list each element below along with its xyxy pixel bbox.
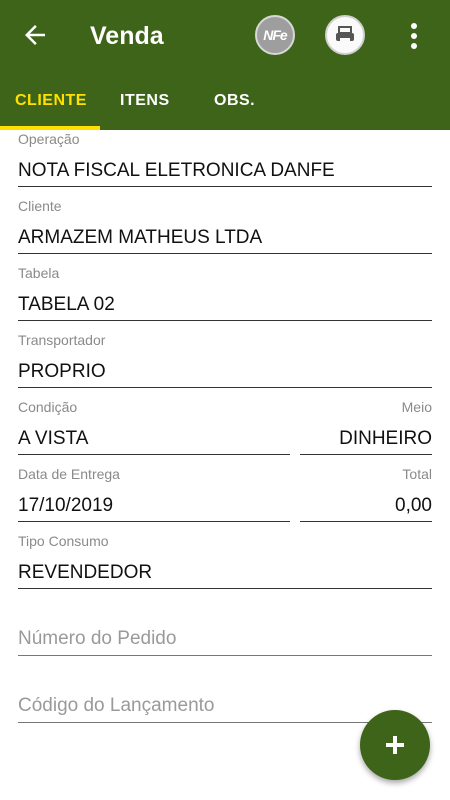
condicao-field[interactable]: A VISTA bbox=[18, 428, 88, 450]
data-entrega-underline bbox=[18, 521, 290, 522]
tipo-consumo-underline bbox=[18, 588, 432, 589]
nfe-button[interactable]: NFe bbox=[255, 15, 295, 55]
nfe-icon: NFe bbox=[263, 27, 287, 43]
tipo-consumo-label: Tipo Consumo bbox=[18, 533, 109, 549]
tab-cliente[interactable]: CLIENTE bbox=[15, 92, 87, 110]
tab-itens[interactable]: ITENS bbox=[120, 92, 170, 110]
transportador-field[interactable]: PROPRIO bbox=[18, 361, 106, 383]
total-field[interactable]: 0,00 bbox=[300, 495, 432, 517]
operacao-field[interactable]: NOTA FISCAL ELETRONICA DANFE bbox=[18, 160, 335, 182]
page-title: Venda bbox=[90, 22, 164, 50]
more-vert-icon[interactable] bbox=[402, 20, 426, 52]
plus-icon bbox=[386, 736, 404, 754]
data-entrega-label: Data de Entrega bbox=[18, 466, 120, 482]
transportador-label: Transportador bbox=[18, 332, 106, 348]
numero-pedido-input[interactable]: Número do Pedido bbox=[18, 628, 176, 650]
cliente-field[interactable]: ARMAZEM MATHEUS LTDA bbox=[18, 227, 262, 249]
tab-indicator bbox=[0, 126, 100, 130]
app-bar: Venda NFe CLIENTE ITENS OBS. bbox=[0, 0, 450, 130]
transportador-underline bbox=[18, 387, 432, 388]
condicao-label: Condição bbox=[18, 399, 78, 415]
codigo-lancamento-input[interactable]: Código do Lançamento bbox=[18, 695, 214, 717]
tab-obs[interactable]: OBS. bbox=[214, 92, 255, 110]
tipo-consumo-field[interactable]: REVENDEDOR bbox=[18, 562, 152, 584]
meio-underline bbox=[300, 454, 432, 455]
meio-label: Meio bbox=[401, 399, 432, 415]
meio-field[interactable]: DINHEIRO bbox=[300, 428, 432, 450]
tabela-label: Tabela bbox=[18, 265, 60, 281]
print-button[interactable] bbox=[325, 15, 365, 55]
cliente-underline bbox=[18, 253, 432, 254]
operacao-label: Operação bbox=[18, 131, 80, 147]
cliente-label: Cliente bbox=[18, 198, 62, 214]
tabela-underline bbox=[18, 320, 432, 321]
tabela-field[interactable]: TABELA 02 bbox=[18, 294, 115, 316]
condicao-underline bbox=[18, 454, 290, 455]
add-fab-button[interactable] bbox=[360, 710, 430, 780]
operacao-underline bbox=[18, 186, 432, 187]
total-underline bbox=[300, 521, 432, 522]
numero-pedido-underline bbox=[18, 655, 432, 656]
back-arrow-icon[interactable] bbox=[20, 20, 50, 50]
total-label: Total bbox=[402, 466, 432, 482]
data-entrega-field[interactable]: 17/10/2019 bbox=[18, 495, 113, 517]
printer-icon bbox=[336, 26, 354, 41]
